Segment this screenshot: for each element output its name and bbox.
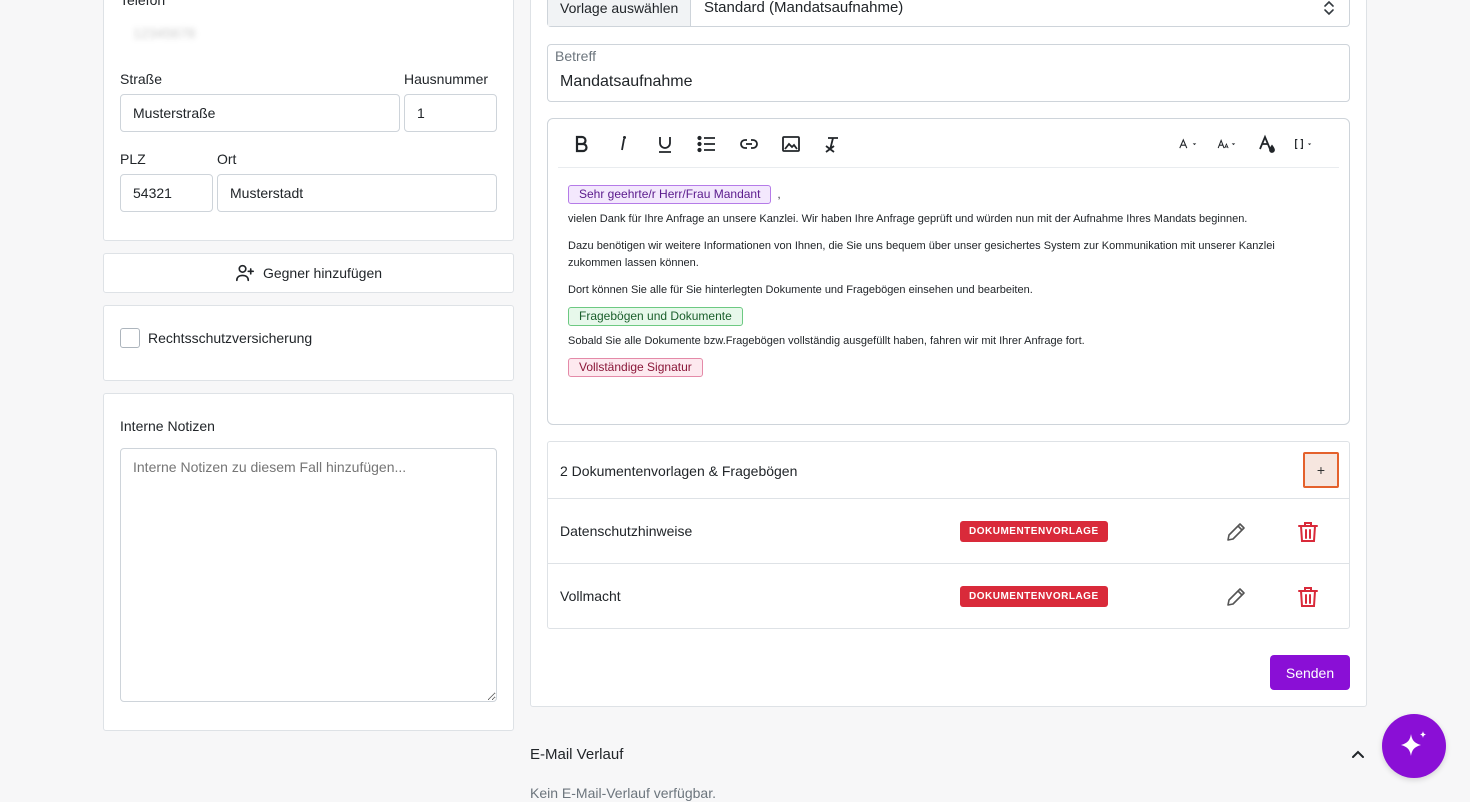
signature-placeholder-chip[interactable]: Vollständige Signatur (568, 358, 703, 377)
paragraph-1: vielen Dank für Ihre Anfrage an unsere K… (568, 213, 1248, 225)
italic-icon[interactable] (611, 132, 635, 156)
insurance-card: Rechtsschutzversicherung (103, 305, 514, 381)
clear-format-icon[interactable] (821, 132, 845, 156)
document-type-badge: DOKUMENTENVORLAGE (960, 521, 1108, 542)
phone-field[interactable]: 12345678 (120, 14, 497, 52)
notes-title: Interne Notizen (120, 418, 215, 434)
notes-card: Interne Notizen (103, 393, 514, 731)
user-plus-icon (235, 264, 254, 282)
document-type-badge: DOKUMENTENVORLAGE (960, 586, 1108, 607)
phone-label: Telefon (120, 0, 166, 8)
email-history-title: E-Mail Verlauf (530, 746, 624, 763)
salutation-placeholder-chip[interactable]: Sehr geehrte/r Herr/Frau Mandant (568, 185, 772, 204)
table-row: Vollmacht DOKUMENTENVORLAGE (548, 564, 1349, 629)
paragraph-3: Dort können Sie alle für Sie hinterlegte… (568, 284, 1033, 296)
document-templates-title: 2 Dokumentenvorlagen & Fragebögen (560, 463, 798, 479)
notes-textarea[interactable] (120, 448, 497, 702)
editor-content[interactable]: Sehr geehrte/r Herr/Frau Mandant , viele… (568, 185, 1289, 387)
street-label: Straße (120, 71, 163, 87)
email-history-empty: Kein E-Mail-Verlauf verfügbar. (530, 785, 716, 801)
house-number-label: Hausnummer (404, 71, 489, 87)
color-icon[interactable] (1255, 132, 1279, 156)
street-field[interactable]: Musterstraße (120, 94, 400, 132)
template-select-label: Vorlage auswählen (548, 0, 691, 26)
subject-value: Mandatsaufnahme (560, 73, 693, 90)
table-row: Datenschutzhinweise DOKUMENTENVORLAGE (548, 499, 1349, 564)
pencil-icon[interactable] (1224, 585, 1248, 609)
sparkle-icon (1401, 731, 1426, 756)
send-button[interactable]: Senden (1270, 655, 1350, 690)
insurance-label: Rechtsschutzversicherung (148, 330, 313, 346)
add-opponent-button[interactable]: Gegner hinzufügen (103, 253, 514, 293)
font-size-icon[interactable] (1210, 132, 1244, 156)
template-select-value: Standard (Mandatsaufnahme) (704, 0, 904, 16)
document-name: Datenschutzhinweise (560, 523, 693, 539)
chevron-up-icon[interactable] (1350, 747, 1366, 763)
document-name: Vollmacht (560, 588, 621, 604)
documents-placeholder-chip[interactable]: Fragebögen und Dokumente (568, 307, 743, 326)
paragraph-2: Dazu benötigen wir weitere Informationen… (568, 240, 1275, 269)
trash-icon[interactable] (1296, 520, 1320, 544)
trash-icon[interactable] (1296, 585, 1320, 609)
bold-icon[interactable] (569, 132, 593, 156)
city-field[interactable]: Musterstadt (217, 174, 497, 212)
link-icon[interactable] (737, 132, 761, 156)
editor-toolbar (558, 119, 1339, 168)
rich-text-editor[interactable]: Sehr geehrte/r Herr/Frau Mandant , viele… (547, 118, 1350, 425)
paragraph-4: Sobald Sie alle Dokumente bzw.Fragebögen… (568, 335, 1085, 347)
font-icon[interactable] (1171, 132, 1205, 156)
city-label: Ort (217, 151, 237, 167)
image-icon[interactable] (779, 132, 803, 156)
zip-label: PLZ (120, 151, 146, 167)
placeholder-icon[interactable] (1286, 132, 1322, 156)
underline-icon[interactable] (653, 132, 677, 156)
subject-field[interactable]: Betreff Mandatsaufnahme (547, 44, 1350, 102)
add-opponent-label: Gegner hinzufügen (262, 265, 383, 281)
add-document-button[interactable]: + (1303, 452, 1339, 488)
pencil-icon[interactable] (1224, 520, 1248, 544)
ai-assistant-button[interactable] (1382, 714, 1446, 778)
chevron-up-down-icon (1324, 0, 1334, 16)
subject-label: Betreff (555, 48, 596, 64)
zip-field[interactable]: 54321 (120, 174, 213, 212)
salutation-suffix: , (777, 189, 781, 201)
list-icon[interactable] (695, 132, 719, 156)
document-templates-header: 2 Dokumentenvorlagen & Fragebögen + (548, 442, 1349, 499)
template-select[interactable]: Vorlage auswählen Standard (Mandatsaufna… (547, 0, 1350, 27)
house-number-field[interactable]: 1 (404, 94, 497, 132)
insurance-checkbox[interactable] (120, 328, 140, 348)
document-templates-panel: 2 Dokumentenvorlagen & Fragebögen + Date… (547, 441, 1350, 629)
